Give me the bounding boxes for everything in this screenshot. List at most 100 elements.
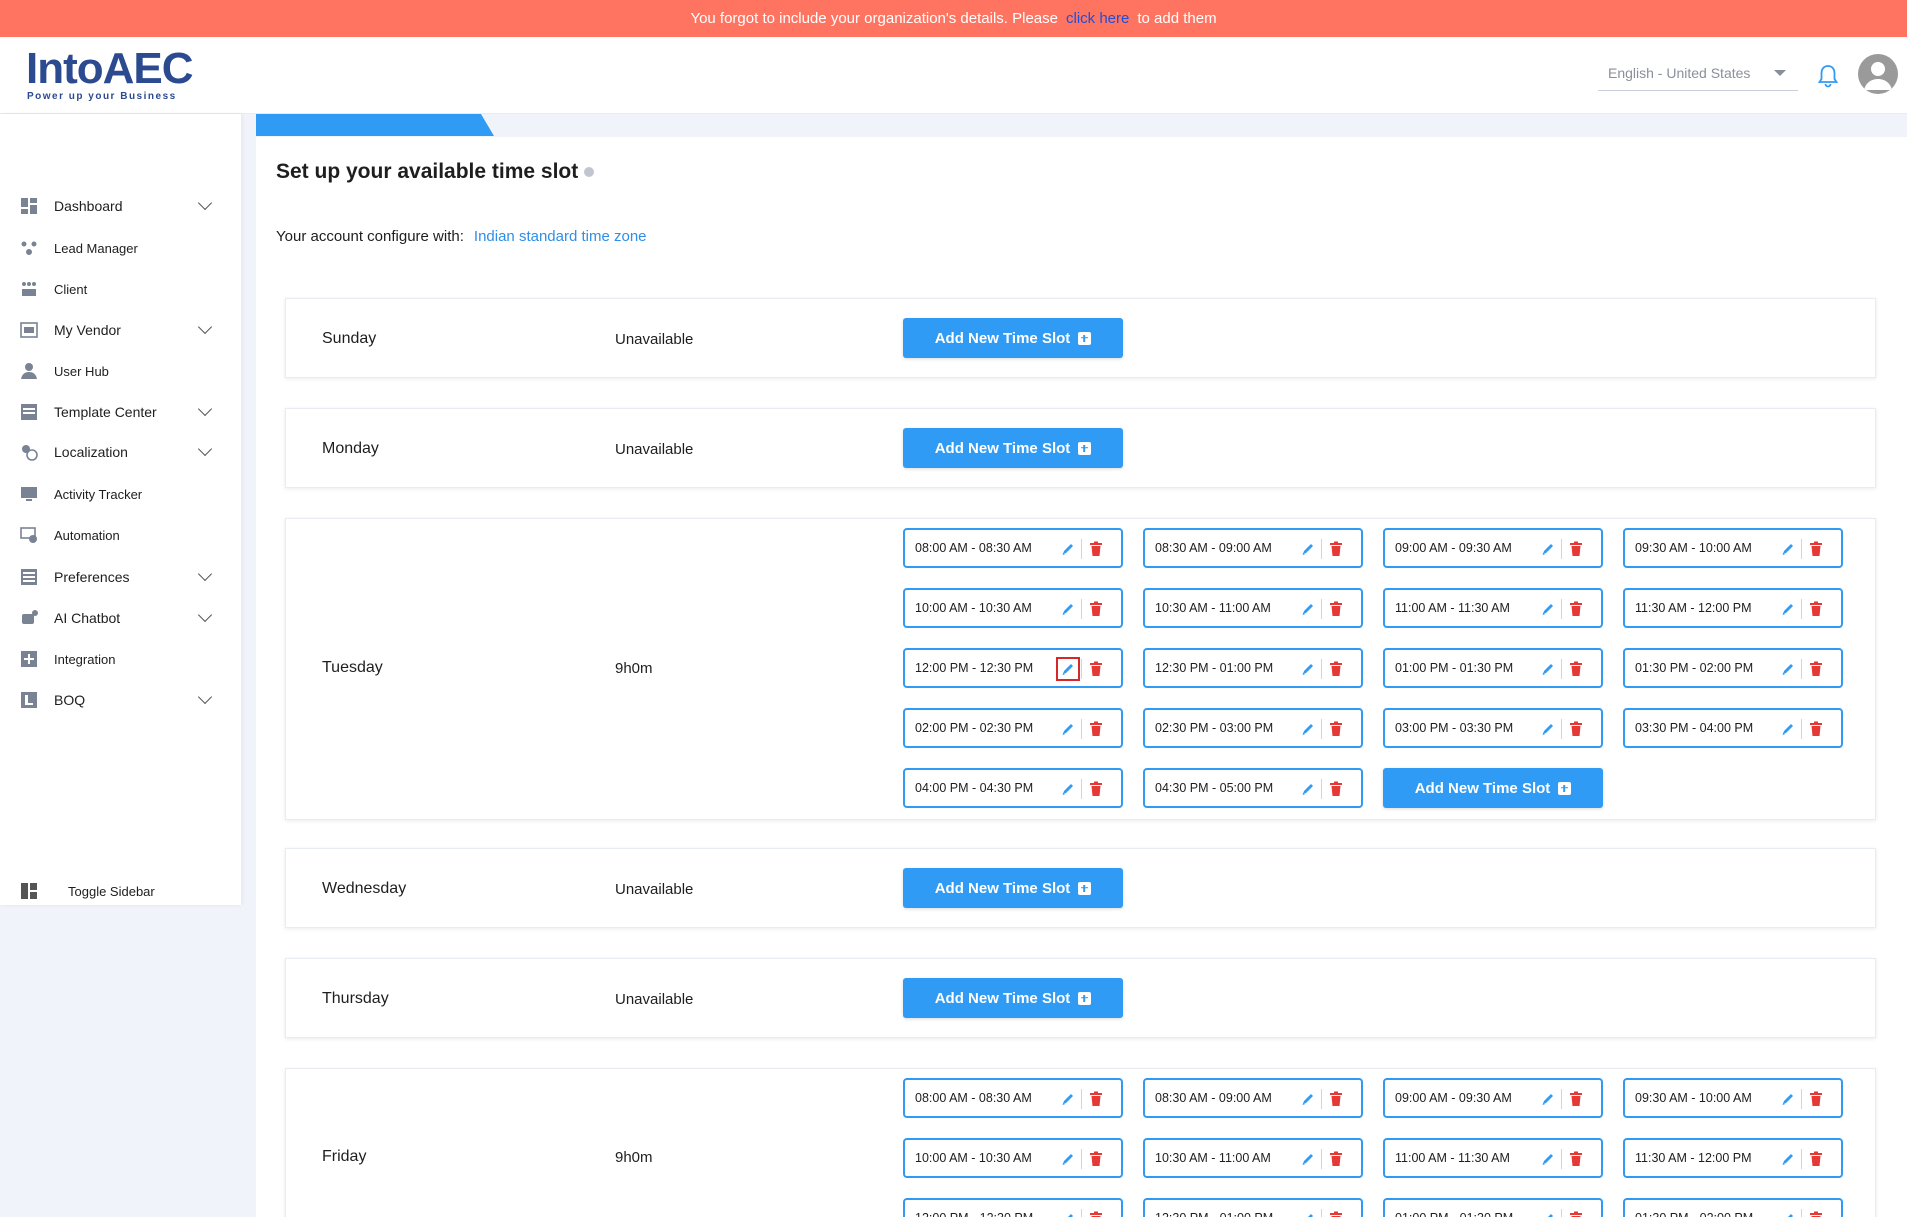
toggle-sidebar-button[interactable]: Toggle Sidebar xyxy=(0,874,241,908)
edit-pencil-icon[interactable] xyxy=(1060,1091,1076,1107)
user-hub-icon xyxy=(21,363,37,379)
info-icon[interactable] xyxy=(584,167,595,178)
edit-pencil-icon[interactable] xyxy=(1540,541,1556,557)
delete-trash-icon[interactable] xyxy=(1569,1211,1583,1217)
logo[interactable]: IntoAEC Power up your Business xyxy=(26,47,194,107)
edit-pencil-icon[interactable] xyxy=(1780,661,1796,677)
slot-divider xyxy=(1321,599,1322,619)
delete-trash-icon[interactable] xyxy=(1809,721,1823,737)
delete-trash-icon[interactable] xyxy=(1809,661,1823,677)
edit-pencil-icon[interactable] xyxy=(1300,781,1316,797)
edit-pencil-icon[interactable] xyxy=(1780,541,1796,557)
time-slot: 02:30 PM - 03:00 PM xyxy=(1143,708,1363,748)
add-time-slot-button[interactable]: Add New Time Slot xyxy=(903,868,1123,908)
time-slot: 11:30 AM - 12:00 PM xyxy=(1623,1138,1843,1178)
sidebar-item-user-hub[interactable]: User Hub xyxy=(0,354,241,388)
time-slot: 10:00 AM - 10:30 AM xyxy=(903,1138,1123,1178)
delete-trash-icon[interactable] xyxy=(1089,1091,1103,1107)
sidebar-item-dashboard[interactable]: Dashboard xyxy=(0,189,241,223)
delete-trash-icon[interactable] xyxy=(1089,721,1103,737)
edit-pencil-icon[interactable] xyxy=(1300,1211,1316,1217)
delete-trash-icon[interactable] xyxy=(1329,661,1343,677)
edit-pencil-icon[interactable] xyxy=(1060,721,1076,737)
delete-trash-icon[interactable] xyxy=(1329,1151,1343,1167)
edit-pencil-icon[interactable] xyxy=(1540,1211,1556,1217)
delete-trash-icon[interactable] xyxy=(1089,1151,1103,1167)
time-slot: 09:30 AM - 10:00 AM xyxy=(1623,528,1843,568)
edit-pencil-icon[interactable] xyxy=(1540,1151,1556,1167)
time-slot-label: 09:00 AM - 09:30 AM xyxy=(1395,541,1512,555)
delete-trash-icon[interactable] xyxy=(1089,541,1103,557)
edit-pencil-icon[interactable] xyxy=(1060,601,1076,617)
edit-pencil-icon[interactable] xyxy=(1300,721,1316,737)
delete-trash-icon[interactable] xyxy=(1569,1151,1583,1167)
delete-trash-icon[interactable] xyxy=(1569,541,1583,557)
sidebar-item-client[interactable]: Client xyxy=(0,272,241,306)
edit-pencil-icon[interactable] xyxy=(1300,541,1316,557)
edit-pencil-icon[interactable] xyxy=(1060,1211,1076,1217)
sidebar-item-template-center[interactable]: Template Center xyxy=(0,395,241,429)
edit-pencil-icon[interactable] xyxy=(1300,1091,1316,1107)
add-time-slot-button[interactable]: Add New Time Slot xyxy=(903,428,1123,468)
delete-trash-icon[interactable] xyxy=(1329,541,1343,557)
sidebar-item-automation[interactable]: Automation xyxy=(0,518,241,552)
banner-link[interactable]: click here xyxy=(1066,10,1129,27)
time-slot: 08:00 AM - 08:30 AM xyxy=(903,1078,1123,1118)
delete-trash-icon[interactable] xyxy=(1329,601,1343,617)
delete-trash-icon[interactable] xyxy=(1809,541,1823,557)
sidebar-item-my-vendor[interactable]: My Vendor xyxy=(0,313,241,347)
edit-pencil-icon[interactable] xyxy=(1056,657,1080,681)
sidebar-item-preferences[interactable]: Preferences xyxy=(0,560,241,594)
timezone-value[interactable]: Indian standard time zone xyxy=(474,228,647,245)
add-time-slot-button[interactable]: Add New Time Slot xyxy=(1383,768,1603,808)
time-slot: 12:30 PM - 01:00 PM xyxy=(1143,1198,1363,1217)
avatar[interactable] xyxy=(1858,54,1898,94)
edit-pencil-icon[interactable] xyxy=(1540,1091,1556,1107)
edit-pencil-icon[interactable] xyxy=(1780,601,1796,617)
sidebar-item-integration[interactable]: Integration xyxy=(0,642,241,676)
edit-pencil-icon[interactable] xyxy=(1300,1151,1316,1167)
bell-icon[interactable] xyxy=(1816,63,1840,89)
language-select[interactable]: English - United States xyxy=(1598,55,1798,91)
delete-trash-icon[interactable] xyxy=(1569,601,1583,617)
delete-trash-icon[interactable] xyxy=(1329,721,1343,737)
edit-pencil-icon[interactable] xyxy=(1060,1151,1076,1167)
sidebar-item-label: Template Center xyxy=(54,404,157,420)
edit-pencil-icon[interactable] xyxy=(1060,541,1076,557)
delete-trash-icon[interactable] xyxy=(1809,1151,1823,1167)
edit-pencil-icon[interactable] xyxy=(1780,1091,1796,1107)
delete-trash-icon[interactable] xyxy=(1569,1091,1583,1107)
delete-trash-icon[interactable] xyxy=(1569,661,1583,677)
add-time-slot-button[interactable]: Add New Time Slot xyxy=(903,978,1123,1018)
edit-pencil-icon[interactable] xyxy=(1780,1211,1796,1217)
sidebar-item-lead-manager[interactable]: Lead Manager xyxy=(0,231,241,265)
delete-trash-icon[interactable] xyxy=(1569,721,1583,737)
sidebar-item-boq[interactable]: BOQ xyxy=(0,683,241,717)
edit-pencil-icon[interactable] xyxy=(1540,721,1556,737)
delete-trash-icon[interactable] xyxy=(1089,601,1103,617)
delete-trash-icon[interactable] xyxy=(1809,1211,1823,1217)
delete-trash-icon[interactable] xyxy=(1329,1211,1343,1217)
edit-pencil-icon[interactable] xyxy=(1780,1151,1796,1167)
sidebar-item-localization[interactable]: Localization xyxy=(0,435,241,469)
edit-pencil-icon[interactable] xyxy=(1300,661,1316,677)
sidebar: Dashboard Lead Manager Client My Vendor … xyxy=(0,114,241,905)
edit-pencil-icon[interactable] xyxy=(1540,601,1556,617)
delete-trash-icon[interactable] xyxy=(1089,781,1103,797)
edit-pencil-icon[interactable] xyxy=(1780,721,1796,737)
delete-trash-icon[interactable] xyxy=(1089,661,1103,677)
edit-pencil-icon[interactable] xyxy=(1060,781,1076,797)
add-time-slot-button[interactable]: Add New Time Slot xyxy=(903,318,1123,358)
sidebar-item-ai-chatbot[interactable]: AI Chatbot xyxy=(0,601,241,635)
time-slot-label: 10:30 AM - 11:00 AM xyxy=(1155,1151,1271,1165)
delete-trash-icon[interactable] xyxy=(1329,1091,1343,1107)
delete-trash-icon[interactable] xyxy=(1809,601,1823,617)
admin-preferences-tab[interactable] xyxy=(256,114,494,136)
delete-trash-icon[interactable] xyxy=(1329,781,1343,797)
edit-pencil-icon[interactable] xyxy=(1540,661,1556,677)
slot-divider xyxy=(1801,599,1802,619)
sidebar-item-activity-tracker[interactable]: Activity Tracker xyxy=(0,477,241,511)
delete-trash-icon[interactable] xyxy=(1089,1211,1103,1217)
delete-trash-icon[interactable] xyxy=(1809,1091,1823,1107)
edit-pencil-icon[interactable] xyxy=(1300,601,1316,617)
